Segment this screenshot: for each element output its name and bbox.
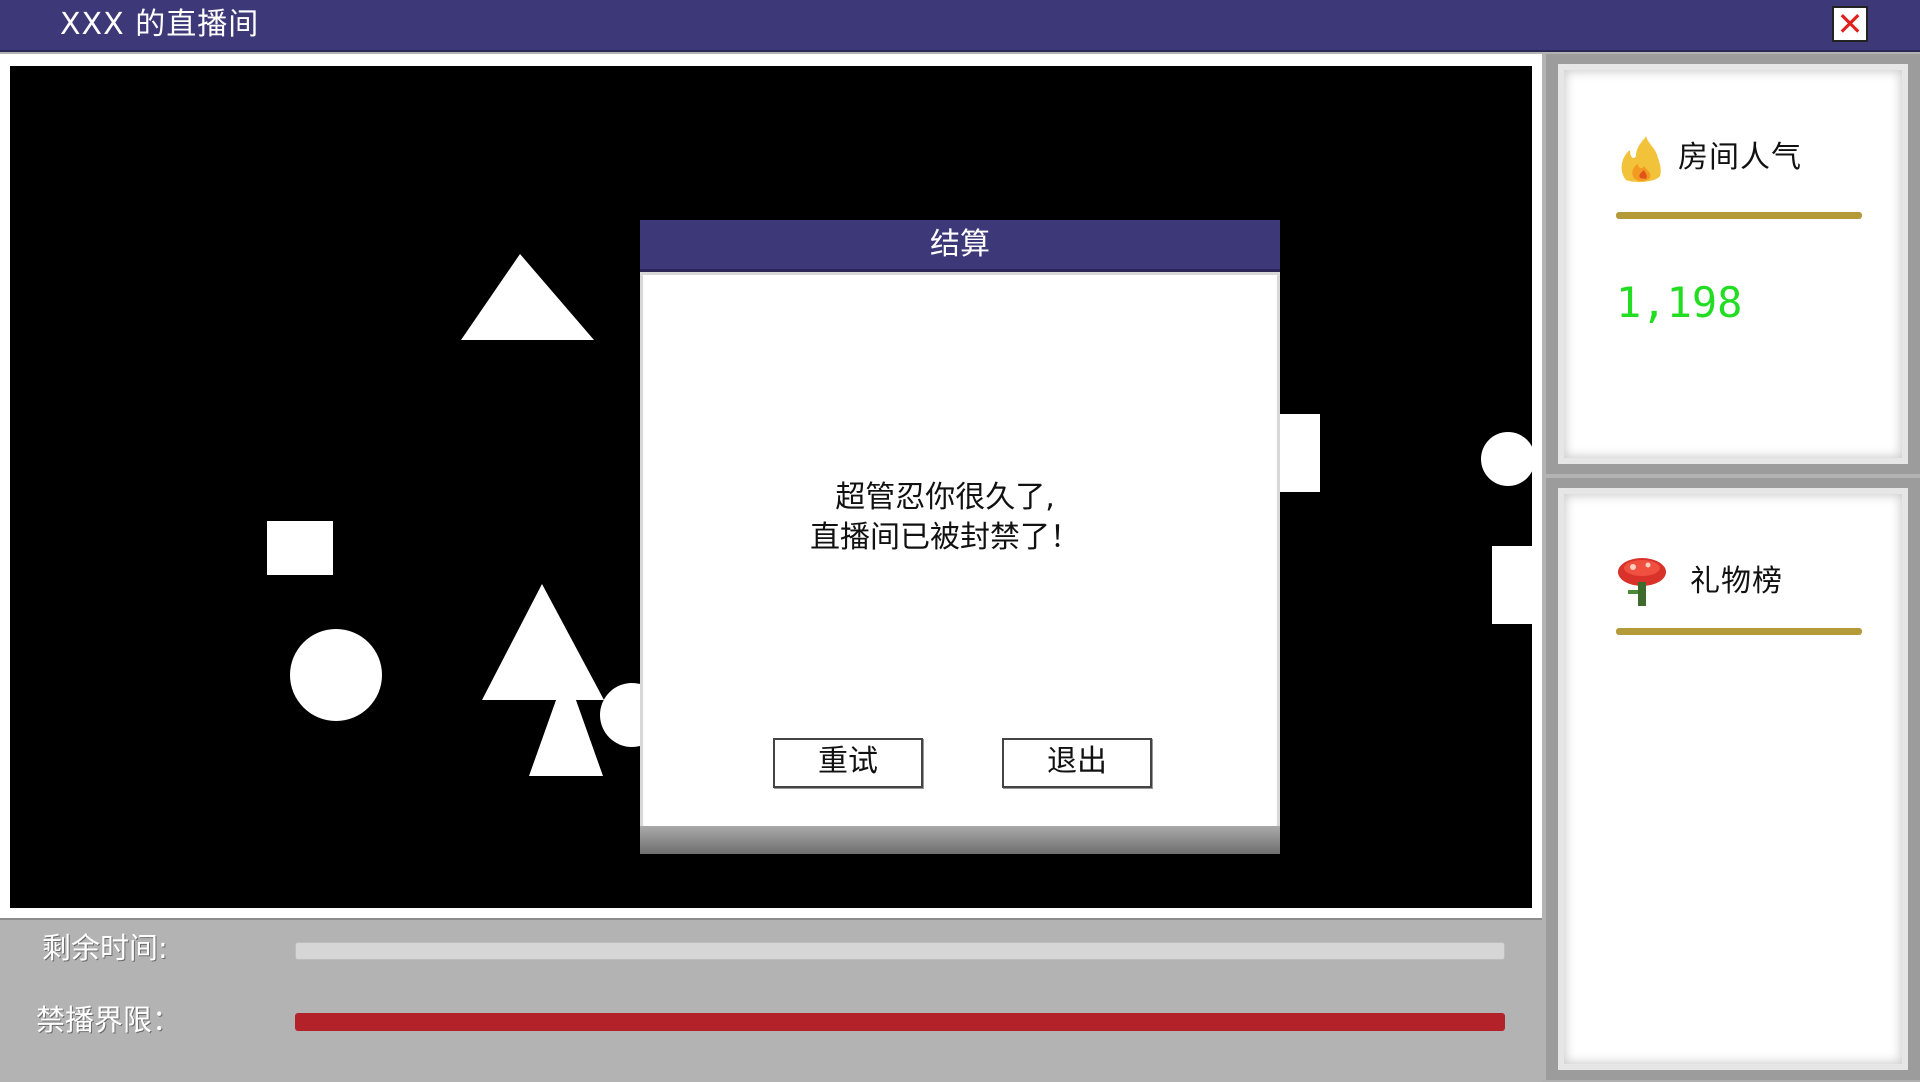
shape-rect [1492, 546, 1532, 624]
window-title: XXX 的直播间 [60, 7, 260, 42]
popularity-value: 1,198 [1616, 278, 1743, 327]
time-remaining-label: 剩余时间: [42, 931, 168, 965]
gift-ranking-panel: 礼物榜 [1546, 478, 1920, 1080]
gift-ranking-card: 礼物榜 [1558, 488, 1908, 1070]
gift-ranking-divider [1616, 628, 1862, 635]
popularity-card: 房间人气 1,198 [1558, 64, 1908, 464]
ban-limit-fill [295, 1013, 1505, 1031]
shape-triangle [461, 254, 594, 340]
shape-circle [290, 629, 382, 721]
dialog-message-line1: 超管忍你很久了, [835, 480, 1055, 515]
ban-limit-bar [295, 1013, 1505, 1031]
mushroom-flower-icon [1618, 558, 1666, 606]
close-button[interactable]: ✕ [1832, 6, 1868, 42]
ban-limit-label: 禁播界限： [36, 1003, 182, 1037]
quit-button[interactable]: 退出 [1002, 738, 1152, 788]
dialog-title: 结算 [930, 227, 990, 262]
shape-rect [1278, 414, 1320, 492]
gift-ranking-title: 礼物榜 [1690, 564, 1783, 599]
shape-circle [1481, 432, 1532, 486]
shape-square [267, 521, 333, 575]
popularity-panel: 房间人气 1,198 [1546, 54, 1920, 474]
dialog-footer [640, 826, 1280, 854]
time-remaining-bar [295, 942, 1505, 960]
dialog-body: 超管忍你很久了, 直播间已被封禁了！ 重试 退出 [640, 272, 1280, 854]
dialog-header: 结算 [640, 220, 1280, 272]
app-window: XXX 的直播间 ✕ 剩余时间: 禁播界限： 房间人气 1,198 礼物榜 结算… [0, 0, 1920, 1082]
fire-icon [1621, 136, 1661, 183]
close-icon: ✕ [1836, 5, 1864, 43]
popularity-title: 房间人气 [1678, 140, 1802, 175]
shape-triangle [482, 584, 604, 700]
popularity-divider [1616, 212, 1862, 219]
settlement-dialog: 结算 超管忍你很久了, 直播间已被封禁了！ 重试 退出 [640, 220, 1280, 854]
dialog-message-line2: 直播间已被封禁了！ [810, 520, 1080, 555]
dialog-message: 超管忍你很久了, 直播间已被封禁了！ [640, 478, 1250, 558]
retry-button[interactable]: 重试 [773, 738, 923, 788]
title-bar: XXX 的直播间 ✕ [0, 0, 1920, 52]
